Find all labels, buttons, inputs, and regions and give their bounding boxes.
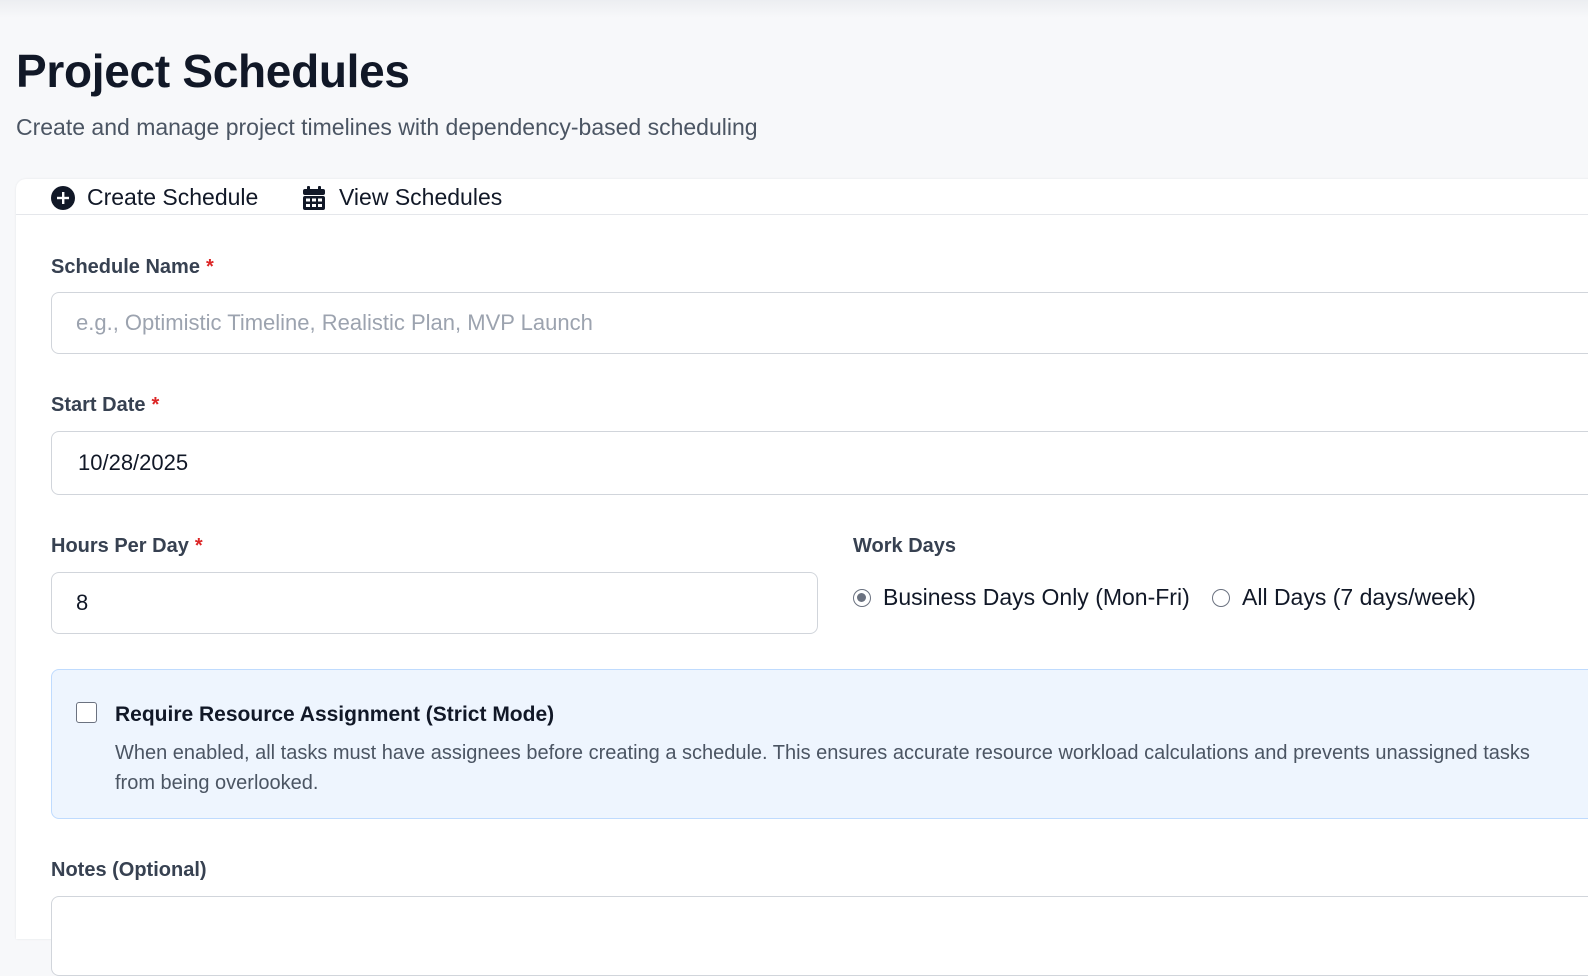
radio-business-days[interactable]: Business Days Only (Mon-Fri) [853, 584, 1190, 611]
top-shadow [0, 0, 1588, 18]
tab-label: View Schedules [339, 184, 503, 210]
work-days-label: Work Days [853, 535, 957, 557]
hours-per-day-label: Hours Per Day * [51, 535, 203, 557]
page-title: Project Schedules [16, 45, 410, 97]
notes-textarea[interactable] [51, 896, 1588, 976]
plus-circle-icon [51, 185, 75, 210]
calendar-icon [303, 185, 327, 210]
page-subtitle: Create and manage project timelines with… [16, 114, 758, 140]
tab-label: Create Schedule [87, 184, 259, 210]
schedule-form-card: Create Schedule View Schedules Schedule … [16, 179, 1588, 976]
schedule-name-input[interactable] [51, 292, 1588, 354]
required-asterisk: * [205, 256, 214, 278]
strict-mode-checkbox[interactable] [76, 702, 97, 723]
strict-mode-label[interactable]: Require Resource Assignment (Strict Mode… [115, 703, 554, 727]
tab-create-schedule[interactable]: Create Schedule [51, 184, 258, 211]
tab-view-schedules[interactable]: View Schedules [303, 184, 502, 211]
strict-mode-description: When enabled, all tasks must have assign… [115, 742, 1530, 794]
start-date-label: Start Date * [51, 394, 160, 416]
notes-label: Notes (Optional) [51, 859, 207, 881]
radio-button[interactable] [1212, 588, 1230, 607]
strict-mode-panel: Require Resource Assignment (Strict Mode… [51, 669, 1588, 819]
required-asterisk: * [151, 394, 160, 416]
hours-per-day-input[interactable] [51, 572, 818, 634]
radio-label: All Days (7 days/week) [1242, 584, 1476, 610]
required-asterisk: * [194, 535, 203, 557]
radio-label: Business Days Only (Mon-Fri) [883, 584, 1190, 610]
radio-button-checked[interactable] [853, 588, 871, 607]
start-date-input[interactable] [51, 431, 1588, 495]
tab-bar: Create Schedule View Schedules [16, 179, 1588, 215]
schedule-name-label: Schedule Name * [51, 256, 214, 278]
radio-all-days[interactable]: All Days (7 days/week) [1212, 584, 1476, 611]
